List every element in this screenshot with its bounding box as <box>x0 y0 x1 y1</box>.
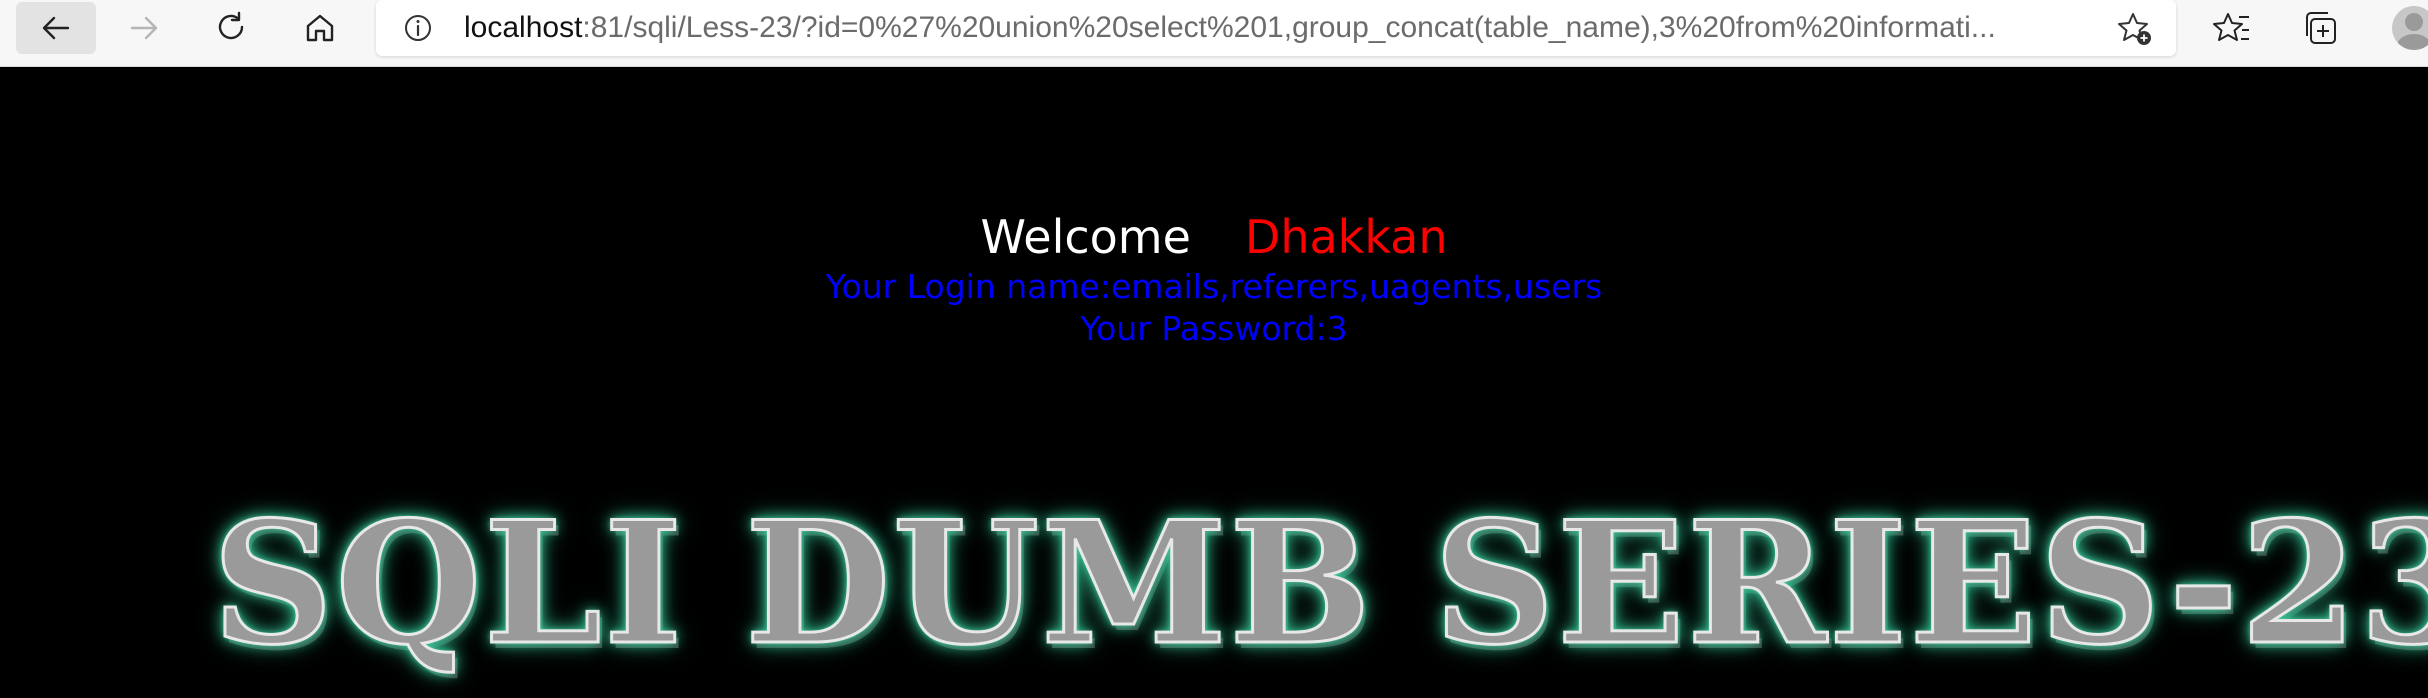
home-button[interactable] <box>280 2 360 54</box>
url-host: localhost <box>464 11 583 44</box>
back-arrow-icon <box>42 16 70 40</box>
url-path: :81/sqli/Less-23/?id=0%27%20union%20sele… <box>582 11 1996 44</box>
avatar-body <box>2397 34 2428 50</box>
login-name-text: Your Login name:emails,referers,uagents,… <box>825 267 1603 306</box>
page-content: Welcome Dhakkan Your Login name:emails,re… <box>0 67 2428 698</box>
home-icon <box>306 14 334 42</box>
refresh-icon <box>218 11 244 40</box>
collections-icon[interactable] <box>2300 8 2340 48</box>
welcome-line: Welcome Dhakkan <box>0 209 2428 265</box>
refresh-button[interactable] <box>192 2 272 54</box>
back-button[interactable] <box>16 2 96 54</box>
forward-arrow-icon <box>130 16 158 40</box>
forward-button[interactable] <box>104 2 184 54</box>
url-text[interactable]: localhost:81/sqli/Less-23/?id=0%27%20uni… <box>464 0 2024 56</box>
avatar-head <box>2405 13 2423 31</box>
address-bar[interactable]: localhost:81/sqli/Less-23/?id=0%27%20uni… <box>376 0 2176 56</box>
info-icon[interactable] <box>402 12 434 44</box>
browser-toolbar: localhost:81/sqli/Less-23/?id=0%27%20uni… <box>0 0 2428 67</box>
favorites-icon[interactable] <box>2212 8 2252 48</box>
series-banner: SQLI DUMB SERIES-23 <box>211 483 2428 684</box>
star-plus-icon[interactable] <box>2116 10 2154 48</box>
welcome-text: Welcome <box>980 210 1191 264</box>
avatar[interactable] <box>2392 6 2428 50</box>
welcome-name: Dhakkan <box>1244 210 1448 264</box>
password-text: Your Password:3 <box>1080 309 1348 348</box>
